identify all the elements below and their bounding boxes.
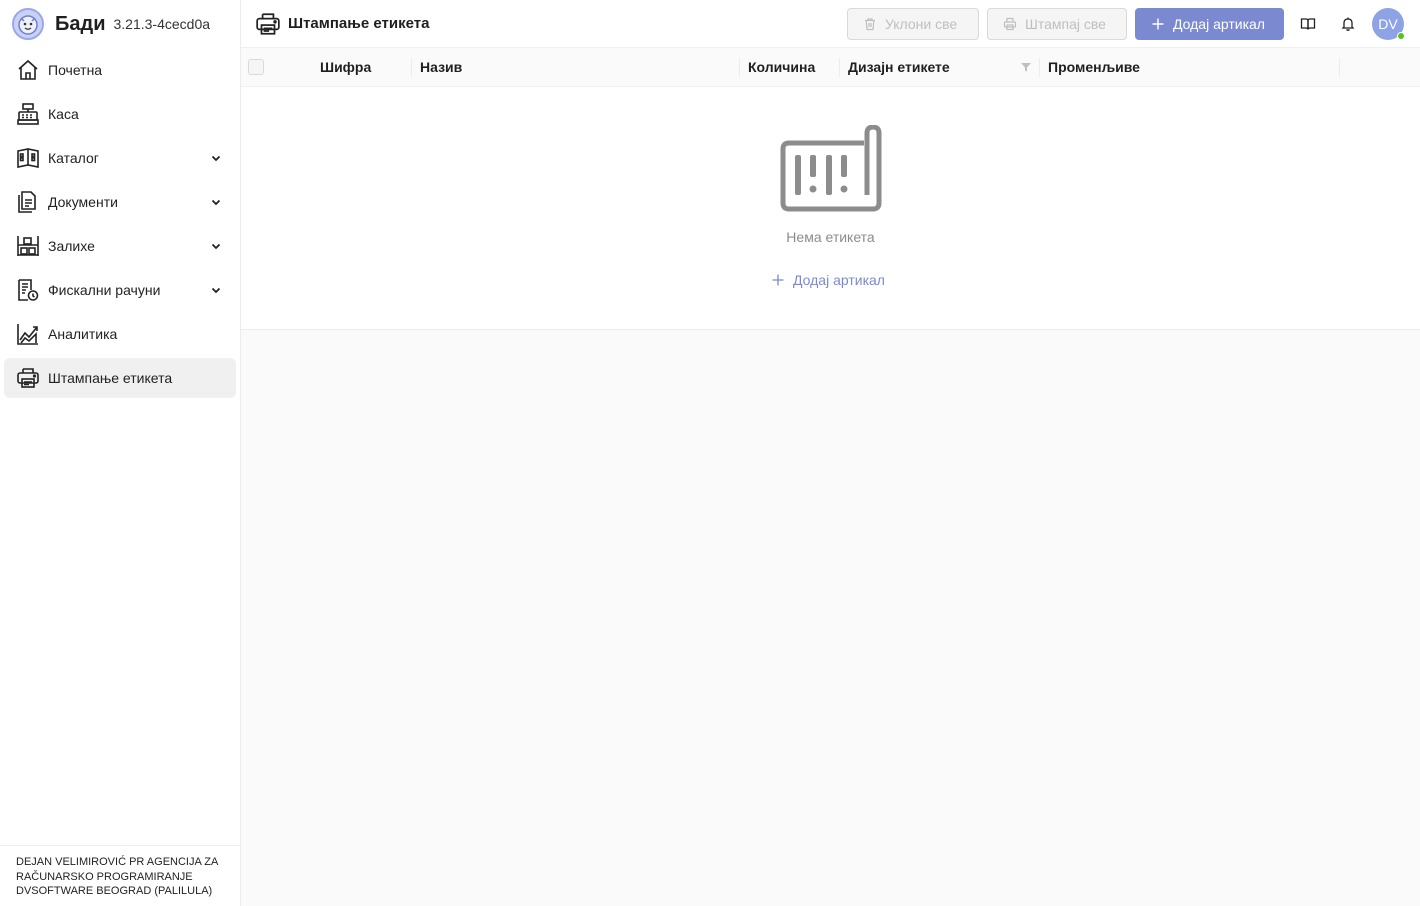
chevron-down-icon <box>204 190 228 214</box>
labels-table: Шифра Назив Количина Дизајн етикете Пром… <box>241 48 1420 330</box>
cash-register-icon <box>16 102 40 126</box>
add-item-label: Додај артикал <box>1173 15 1265 32</box>
filter-icon[interactable] <box>1020 48 1032 86</box>
plus-icon <box>771 273 785 287</box>
avatar[interactable]: DV <box>1372 7 1405 40</box>
book-icon[interactable] <box>1292 8 1324 40</box>
remove-all-label: Уклони све <box>885 15 958 32</box>
avatar-initials: DV <box>1378 15 1398 32</box>
column-header-quantity[interactable]: Количина <box>748 48 815 86</box>
printer-icon <box>1003 17 1017 31</box>
brand-name: Бади <box>55 12 106 35</box>
brand[interactable]: Бади 3.21.3-4cecd0a <box>0 0 240 48</box>
stock-icon <box>16 234 40 258</box>
fiscal-receipt-icon <box>16 278 40 302</box>
home-icon <box>16 58 40 82</box>
column-divider <box>839 58 840 77</box>
print-all-label: Штампај све <box>1025 15 1106 32</box>
sidebar-item-documents[interactable]: Документи <box>4 182 236 222</box>
barcode-empty-icon <box>779 124 883 220</box>
sidebar-item-label: Залихе <box>48 238 95 254</box>
sidebar-nav: Почетна Каса Каталог Документи Залихе Фи… <box>0 50 240 398</box>
analytics-icon <box>16 322 40 346</box>
empty-state-text: Нема етикета <box>786 229 875 245</box>
add-item-button[interactable]: Додај артикал <box>1135 7 1284 40</box>
sidebar-item-stock[interactable]: Залихе <box>4 226 236 266</box>
sidebar-item-home[interactable]: Почетна <box>4 50 236 90</box>
sidebar-item-label-printing[interactable]: Штампање етикета <box>4 358 236 398</box>
chevron-down-icon <box>204 146 228 170</box>
column-divider <box>739 58 740 77</box>
label-printer-icon <box>16 366 40 390</box>
select-all-cell <box>248 48 264 86</box>
company-name: DEJAN VELIMIROVIĆ PR AGENCIJA ZA RAČUNAR… <box>0 845 240 906</box>
column-header-name[interactable]: Назив <box>420 48 462 86</box>
bell-icon[interactable] <box>1332 8 1364 40</box>
sidebar-item-label: Фискални рачуни <box>48 282 161 298</box>
sidebar-item-catalog[interactable]: Каталог <box>4 138 236 178</box>
empty-add-item-label: Додај артикал <box>793 272 885 288</box>
column-divider <box>1339 58 1340 77</box>
sidebar-item-label: Почетна <box>48 62 103 78</box>
sidebar-item-label: Документи <box>48 194 118 210</box>
print-all-button[interactable]: Штампај све <box>987 7 1127 40</box>
page-header: Штампање етикета Уклони све Штампај све … <box>241 0 1420 48</box>
empty-add-item-link[interactable]: Додај артикал <box>771 272 885 288</box>
label-printer-icon <box>255 11 281 37</box>
remove-all-button[interactable]: Уклони све <box>847 7 979 40</box>
sidebar: Бади 3.21.3-4cecd0a Почетна Каса Каталог <box>0 0 241 906</box>
select-all-checkbox[interactable] <box>248 59 264 75</box>
sidebar-item-label: Каса <box>48 106 79 122</box>
column-header-variables[interactable]: Променљиве <box>1048 48 1140 86</box>
empty-state: Нема етикета Додај артикал <box>241 87 1420 329</box>
column-divider <box>1039 58 1040 77</box>
sidebar-item-cash-register[interactable]: Каса <box>4 94 236 134</box>
column-header-label-design[interactable]: Дизајн етикете <box>848 48 950 86</box>
chevron-down-icon <box>204 234 228 258</box>
plus-icon <box>1151 17 1165 31</box>
chevron-down-icon <box>204 278 228 302</box>
table-header: Шифра Назив Количина Дизајн етикете Пром… <box>241 48 1420 87</box>
catalog-icon <box>16 146 40 170</box>
documents-icon <box>16 190 40 214</box>
page-title: Штампање етикета <box>288 15 430 32</box>
app-version: 3.21.3-4cecd0a <box>113 16 211 32</box>
sidebar-item-label: Каталог <box>48 150 99 166</box>
trash-icon <box>863 17 877 31</box>
online-status-indicator <box>1397 31 1405 40</box>
bady-logo-icon <box>12 8 44 40</box>
sidebar-item-label: Штампање етикета <box>48 370 173 386</box>
sidebar-item-analytics[interactable]: Аналитика <box>4 314 236 354</box>
sidebar-item-label: Аналитика <box>48 326 118 342</box>
column-header-code[interactable]: Шифра <box>320 48 371 86</box>
sidebar-item-fiscal-receipts[interactable]: Фискални рачуни <box>4 270 236 310</box>
column-divider <box>411 58 412 77</box>
